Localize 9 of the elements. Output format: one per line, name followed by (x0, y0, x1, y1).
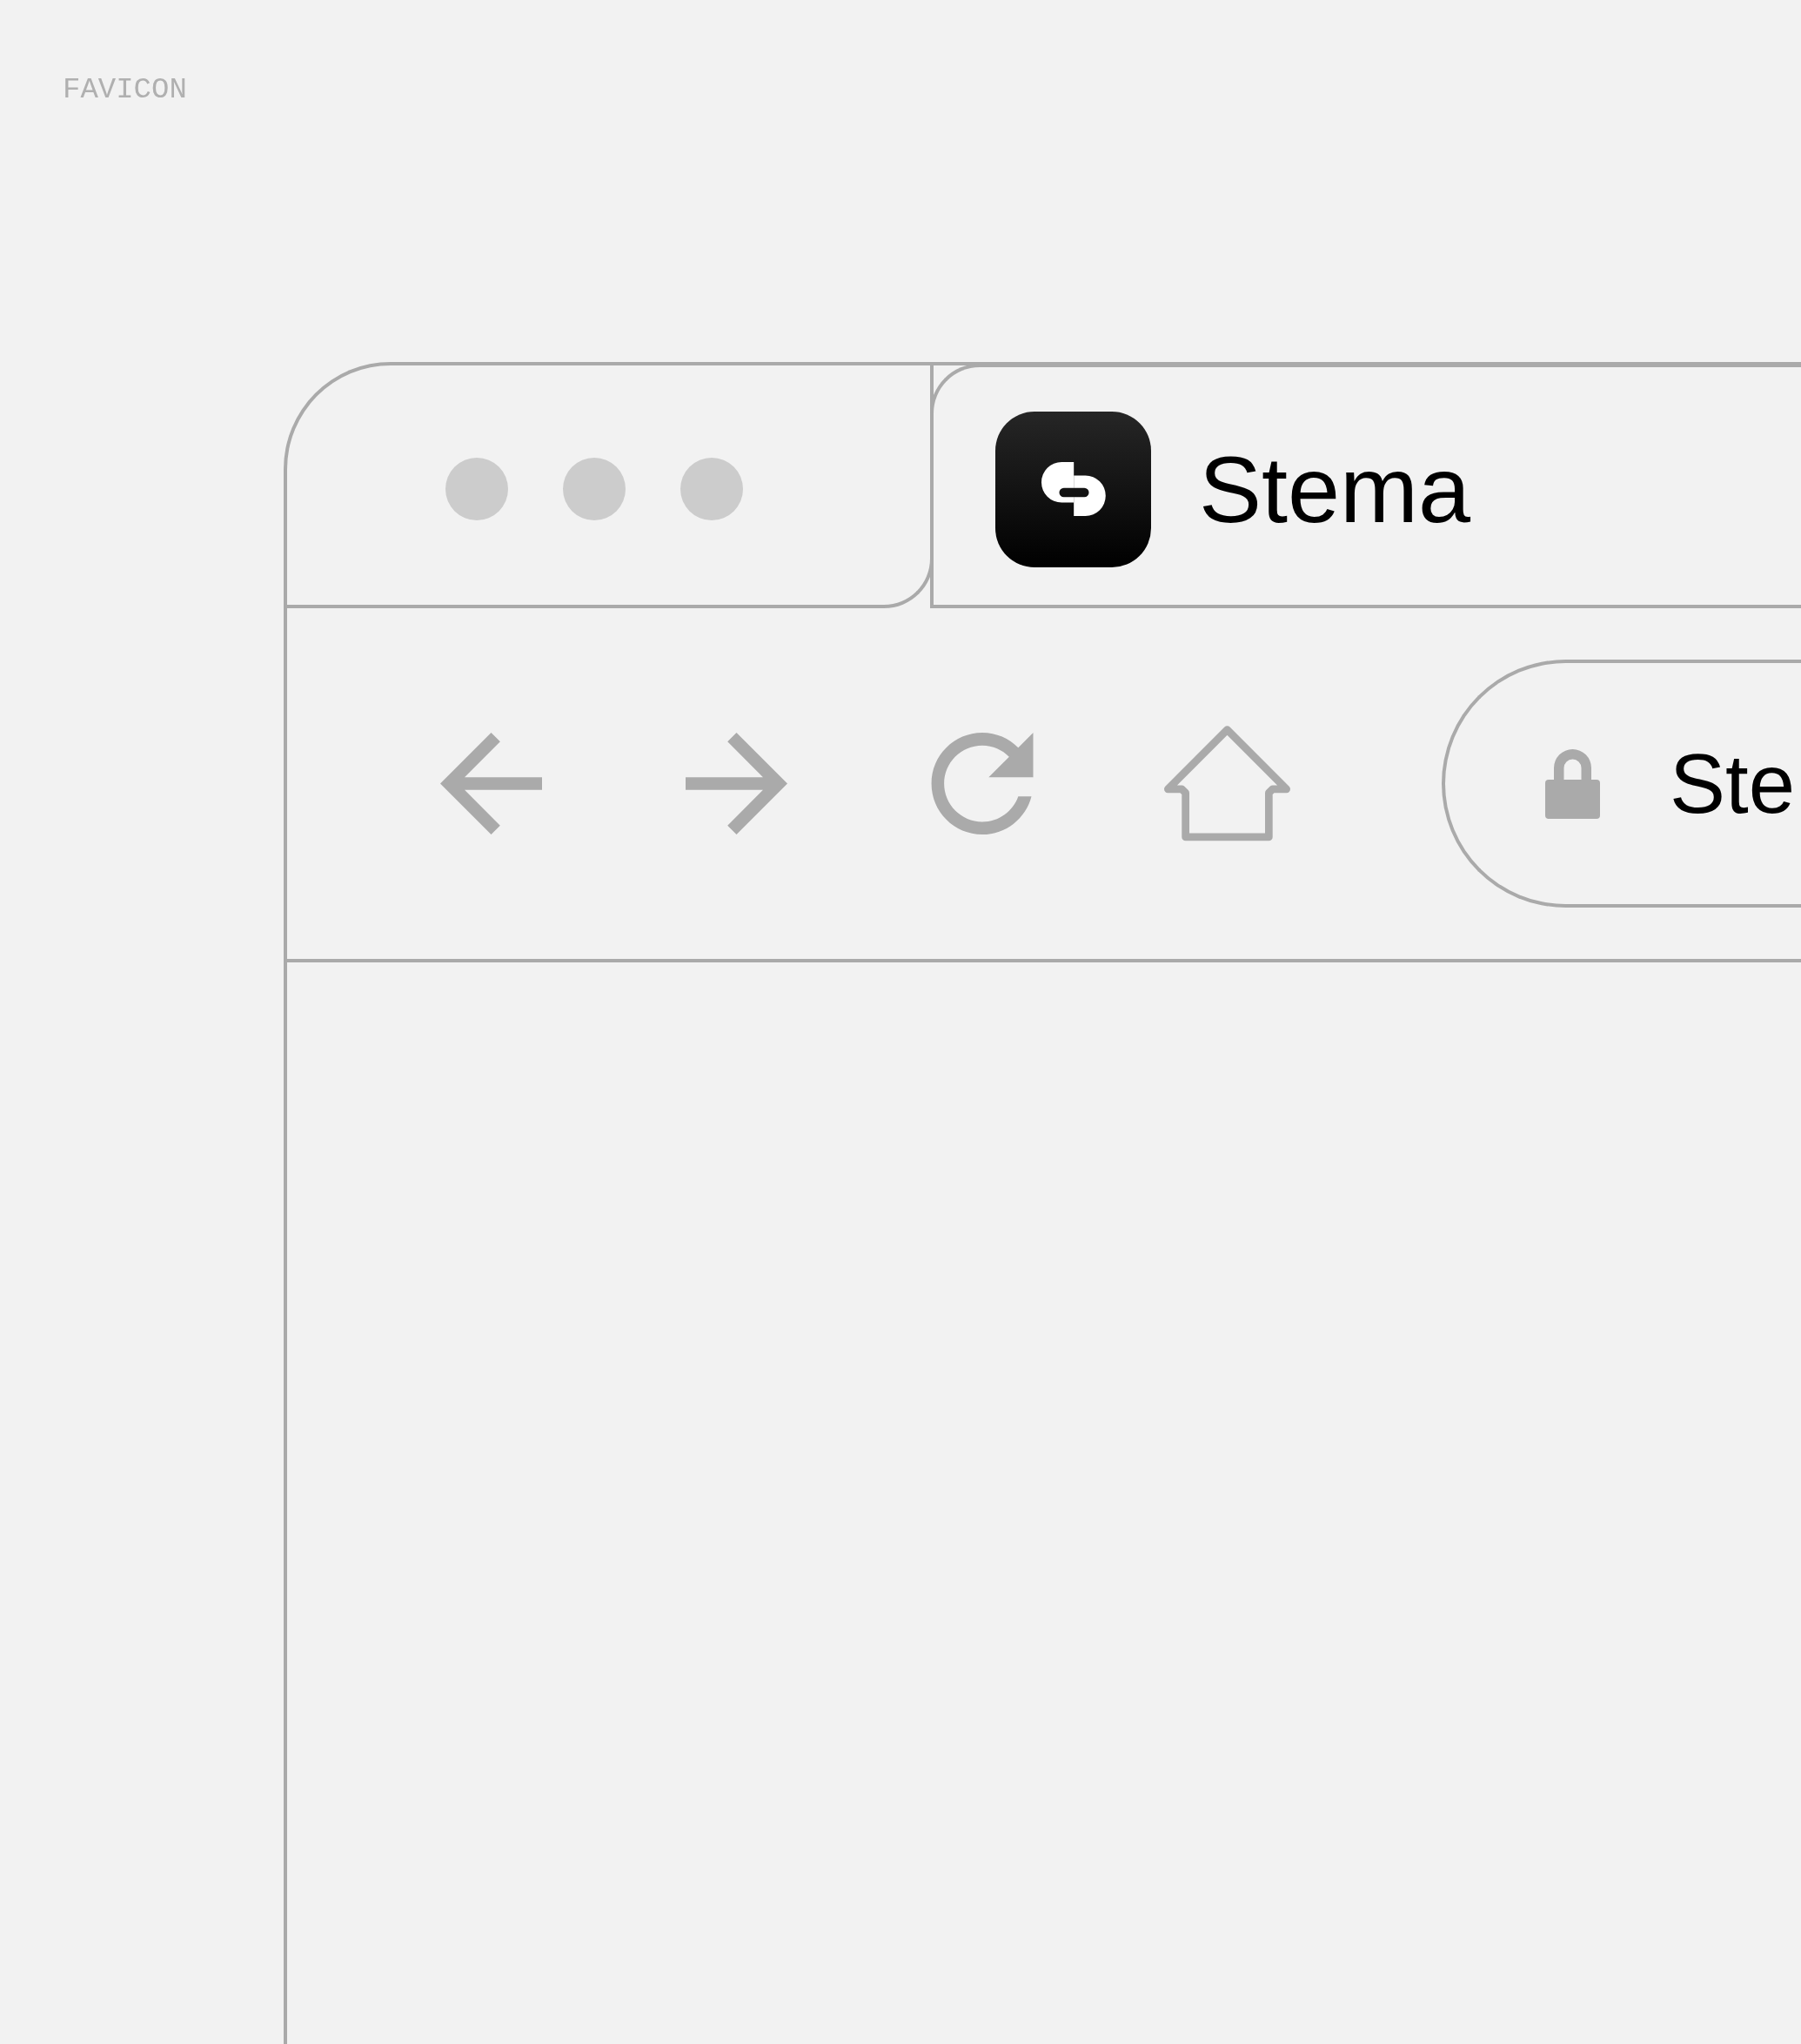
padlock-icon (1545, 748, 1600, 819)
address-bar[interactable]: Ste (1442, 660, 1801, 908)
right-arrow-icon[interactable] (686, 733, 787, 834)
house-icon[interactable] (1164, 725, 1290, 842)
refresh-icon[interactable] (931, 733, 1034, 834)
browser-tab[interactable]: Stema (930, 364, 1801, 608)
section-label: FAVICON (63, 72, 187, 107)
logo-icon (995, 412, 1151, 567)
left-arrow-icon[interactable] (440, 733, 542, 834)
